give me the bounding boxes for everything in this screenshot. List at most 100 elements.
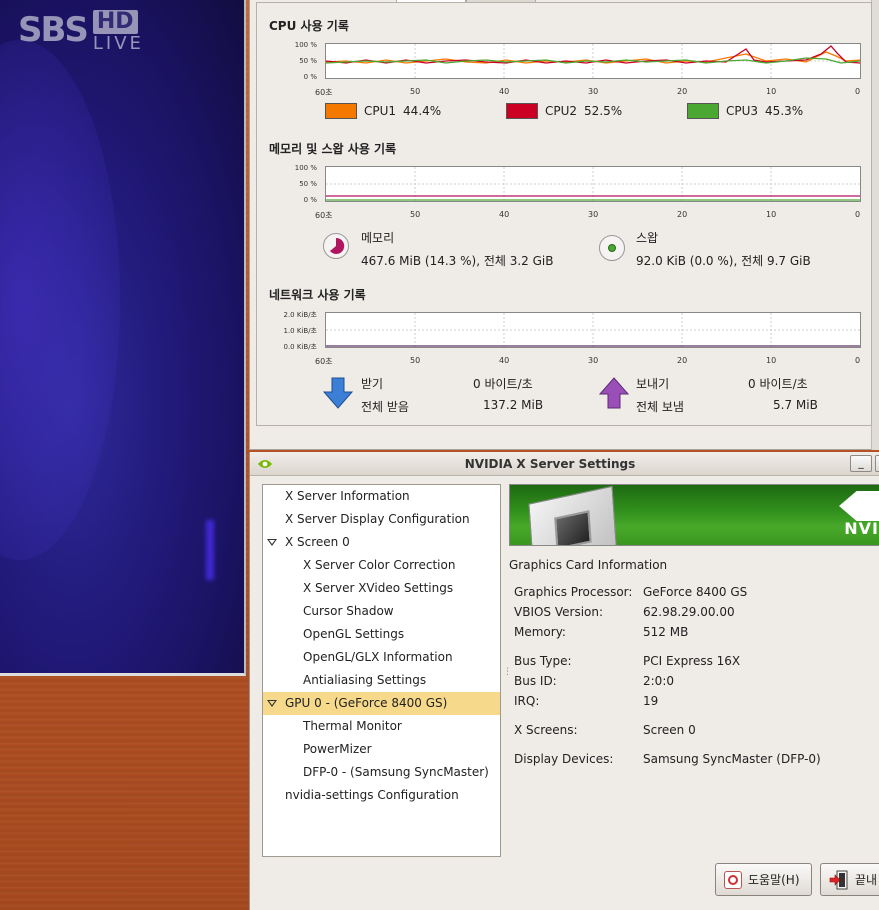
cpu-x-label: 30 bbox=[588, 87, 599, 96]
tree-item-x-server-color-correction[interactable]: X Server Color Correction bbox=[263, 554, 500, 577]
display-devices-label: Display Devices: bbox=[514, 752, 614, 766]
tree-item-powermizer[interactable]: PowerMizer bbox=[263, 738, 500, 761]
memory-label: Memory: bbox=[514, 625, 566, 639]
cpu-x-label: 50 bbox=[410, 87, 421, 96]
mem-x-label: 60초 bbox=[315, 211, 333, 220]
tree-item-x-server-information[interactable]: X Server Information bbox=[263, 485, 500, 508]
mem-x-label: 40 bbox=[499, 210, 510, 219]
minimize-button[interactable]: _ bbox=[850, 455, 872, 472]
cpu-x-label: 10 bbox=[766, 87, 777, 96]
tree-item-cursor-shadow[interactable]: Cursor Shadow bbox=[263, 600, 500, 623]
tree-item-label: X Server Display Configuration bbox=[285, 512, 470, 526]
navigation-tree: X Server Information X Server Display Co… bbox=[262, 484, 501, 857]
title-bar[interactable]: NVIDIA X Server Settings _ bbox=[250, 452, 879, 476]
swap-value: 92.0 KiB (0.0 %), 전체 9.7 GiB bbox=[636, 254, 811, 268]
net-x-label: 20 bbox=[677, 356, 688, 365]
tree-item-x-server-display-configuration[interactable]: X Server Display Configuration bbox=[263, 508, 500, 531]
expander-triangle-icon[interactable] bbox=[267, 700, 277, 707]
tree-item-label: Cursor Shadow bbox=[303, 604, 394, 618]
tree-item-label: DFP-0 - (Samsung SyncMaster) bbox=[303, 765, 489, 779]
window-scrollbar[interactable] bbox=[871, 0, 879, 450]
tree-item-dfp-0[interactable]: DFP-0 - (Samsung SyncMaster) bbox=[263, 761, 500, 784]
tree-item-opengl-settings[interactable]: OpenGL Settings bbox=[263, 623, 500, 646]
video-light-streak bbox=[206, 520, 214, 580]
gpu-chip-graphic bbox=[554, 510, 592, 545]
memory-pie-icon[interactable] bbox=[323, 233, 349, 259]
x-screens-value: Screen 0 bbox=[643, 723, 696, 737]
send-label: 보내기 bbox=[636, 377, 670, 391]
net-x-label: 10 bbox=[766, 356, 777, 365]
net-x-label: 50 bbox=[410, 356, 421, 365]
cpu-history-graph bbox=[325, 43, 861, 79]
cpu3-value: 45.3% bbox=[765, 104, 804, 118]
swap-pie-icon[interactable] bbox=[599, 235, 625, 261]
quit-button-label: 끝내 bbox=[855, 873, 878, 887]
mem-x-label: 20 bbox=[677, 210, 688, 219]
live-badge: LIVE bbox=[92, 33, 144, 54]
cpu2-name: CPU2 bbox=[545, 104, 578, 118]
maximize-button[interactable] bbox=[875, 455, 879, 472]
system-monitor-window: CPU 사용 기록 100 % 50 % 0 % 60초 50 40 30 20… bbox=[249, 0, 879, 450]
nvidia-banner: NVI bbox=[509, 484, 879, 546]
bus-id-value: 2:0:0 bbox=[643, 674, 674, 688]
quit-button[interactable]: 끝내 bbox=[820, 863, 879, 896]
memory-history-title: 메모리 및 스왑 사용 기록 bbox=[269, 142, 397, 156]
help-button-label: 도움말(H) bbox=[748, 873, 800, 887]
quit-exit-icon bbox=[829, 870, 848, 889]
cpu3-color-swatch[interactable] bbox=[687, 103, 719, 119]
mem-x-label: 0 bbox=[855, 210, 861, 219]
mem-y-label: 0 % bbox=[303, 196, 317, 204]
expander-triangle-icon[interactable] bbox=[267, 539, 277, 546]
cpu-x-label: 20 bbox=[677, 87, 688, 96]
tree-item-x-screen-0[interactable]: X Screen 0 bbox=[263, 531, 500, 554]
channel-logo: SBS HD LIVE bbox=[18, 10, 144, 54]
tree-item-gpu-0[interactable]: GPU 0 - (GeForce 8400 GS) bbox=[263, 692, 500, 715]
cpu-x-label: 40 bbox=[499, 87, 510, 96]
memory-label: 메모리 bbox=[361, 231, 395, 245]
net-x-label: 60초 bbox=[315, 357, 333, 366]
tree-item-label: Antialiasing Settings bbox=[303, 673, 427, 687]
vbios-version-label: VBIOS Version: bbox=[514, 605, 604, 619]
memory-pie-svg bbox=[330, 237, 345, 254]
tree-item-opengl-glx-information[interactable]: OpenGL/GLX Information bbox=[263, 646, 500, 669]
cpu-history-title: CPU 사용 기록 bbox=[269, 19, 349, 33]
cpu2-color-swatch[interactable] bbox=[506, 103, 538, 119]
graphics-card-image bbox=[528, 485, 618, 545]
graphics-card-info-header: Graphics Card Information bbox=[509, 558, 668, 572]
receive-arrow-icon[interactable] bbox=[323, 377, 353, 409]
pane-splitter-handle[interactable]: ⋮ bbox=[503, 667, 512, 677]
tree-item-label: PowerMizer bbox=[303, 742, 372, 756]
memory-history-graph bbox=[325, 166, 861, 202]
send-total: 5.7 MiB bbox=[773, 398, 818, 412]
swap-pie-fill bbox=[608, 244, 616, 252]
graphics-processor-value: GeForce 8400 GS bbox=[643, 585, 748, 599]
memory-graph-svg bbox=[326, 167, 860, 201]
resources-panel: CPU 사용 기록 100 % 50 % 0 % 60초 50 40 30 20… bbox=[256, 2, 872, 426]
tree-item-label: X Server XVideo Settings bbox=[303, 581, 454, 595]
cpu-x-label: 0 bbox=[855, 87, 861, 96]
help-button[interactable]: 도움말(H) bbox=[715, 863, 812, 896]
tree-item-x-server-xvideo-settings[interactable]: X Server XVideo Settings bbox=[263, 577, 500, 600]
hd-badge: HD bbox=[92, 10, 138, 34]
tree-item-thermal-monitor[interactable]: Thermal Monitor bbox=[263, 715, 500, 738]
tree-item-label: X Server Color Correction bbox=[303, 558, 456, 572]
x-screens-label: X Screens: bbox=[514, 723, 578, 737]
tree-item-nvidia-settings-configuration[interactable]: nvidia-settings Configuration bbox=[263, 784, 500, 807]
send-arrow-icon[interactable] bbox=[599, 377, 629, 409]
window-title: NVIDIA X Server Settings bbox=[464, 457, 636, 471]
net-y-label: 1.0 KiB/초 bbox=[283, 327, 318, 335]
cpu-y-label: 100 % bbox=[294, 41, 317, 49]
nvidia-wordmark: NVI bbox=[844, 519, 879, 538]
cpu-y-label: 50 % bbox=[299, 57, 317, 65]
send-rate: 0 바이트/초 bbox=[748, 377, 808, 391]
net-x-label: 0 bbox=[855, 356, 861, 365]
net-y-label: 2.0 KiB/초 bbox=[283, 311, 318, 319]
tree-item-antialiasing-settings[interactable]: Antialiasing Settings bbox=[263, 669, 500, 692]
memory-value: 512 MB bbox=[643, 625, 689, 639]
tv-video-window[interactable]: SBS HD LIVE bbox=[0, 0, 246, 676]
mem-y-label: 100 % bbox=[294, 164, 317, 172]
cpu1-color-swatch[interactable] bbox=[325, 103, 357, 119]
tree-item-label: X Server Information bbox=[285, 489, 410, 503]
tree-item-label: X Screen 0 bbox=[285, 535, 350, 549]
network-history-title: 네트워크 사용 기록 bbox=[269, 288, 366, 302]
